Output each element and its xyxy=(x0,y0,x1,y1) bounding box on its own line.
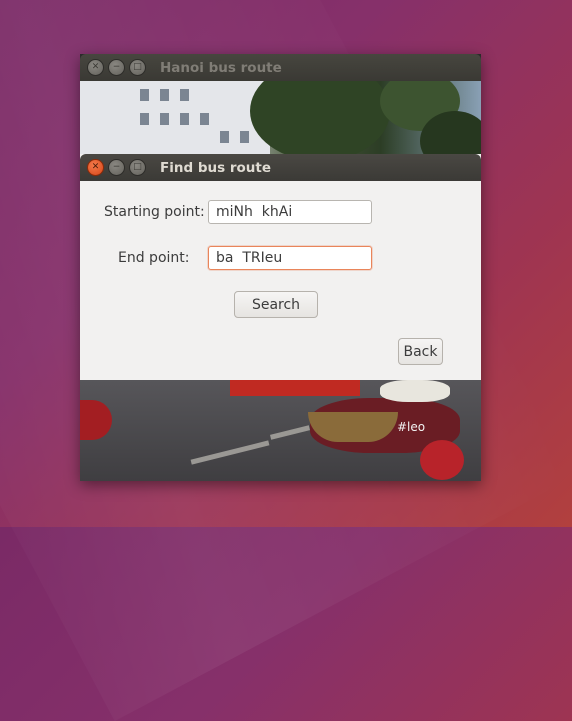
truck-image xyxy=(230,380,360,396)
main-window-titlebar[interactable]: ✕ − □ Hanoi bus route xyxy=(80,54,481,81)
main-window-title: Hanoi bus route xyxy=(160,59,282,76)
close-icon[interactable]: ✕ xyxy=(87,59,104,76)
maximize-icon[interactable]: □ xyxy=(129,59,146,76)
photo-watermark: #leo xyxy=(397,420,426,434)
minimize-icon[interactable]: − xyxy=(108,159,125,176)
road-marking xyxy=(190,440,270,465)
dialog-titlebar[interactable]: ✕ − □ Find bus route xyxy=(80,154,481,181)
background-photo-bottom: #leo xyxy=(80,380,481,481)
main-window-controls: ✕ − □ xyxy=(87,59,146,76)
dialog-title: Find bus route xyxy=(160,159,271,176)
back-button[interactable]: Back xyxy=(398,338,443,365)
tree-image xyxy=(250,81,390,154)
motorbike-image xyxy=(80,400,112,440)
dialog-window-controls: ✕ − □ xyxy=(87,159,146,176)
starting-point-label: Starting point: xyxy=(104,204,205,220)
close-icon[interactable]: ✕ xyxy=(87,159,104,176)
starting-point-input[interactable]: miNh khAi xyxy=(208,200,372,224)
dialog-content: Starting point: miNh khAi End point: ba … xyxy=(80,181,481,380)
find-route-dialog: ✕ − □ Find bus route Starting point: miN… xyxy=(80,154,481,380)
search-button[interactable]: Search xyxy=(234,291,318,318)
background-photo-top xyxy=(80,81,481,154)
maximize-icon[interactable]: □ xyxy=(129,159,146,176)
end-point-input[interactable]: ba TRIeu xyxy=(208,246,372,270)
white-flowers-image xyxy=(380,380,450,402)
motorbike-image xyxy=(420,440,464,480)
minimize-icon[interactable]: − xyxy=(108,59,125,76)
building-image xyxy=(80,81,270,154)
road-marking xyxy=(269,425,311,440)
end-point-label: End point: xyxy=(118,250,190,266)
